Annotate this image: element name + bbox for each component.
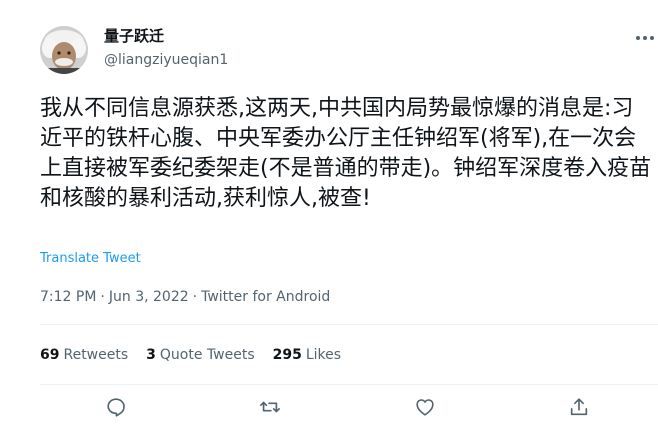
quote-tweets-label: Quote Tweets: [159, 347, 255, 363]
likes-count: 295: [272, 347, 302, 363]
quote-tweets-stat[interactable]: 3 Quote Tweets: [146, 345, 254, 365]
retweets-count: 69: [40, 347, 60, 363]
divider-top: [40, 324, 658, 325]
tweet-detail: 量子跃迁 @liangziyueqian1 我从不同信息源获悉,这两天,中共国内…: [0, 0, 658, 430]
retweets-stat[interactable]: 69 Retweets: [40, 345, 128, 365]
avatar[interactable]: [40, 26, 88, 74]
tweet-time[interactable]: 7:12 PM: [40, 289, 96, 305]
heart-icon[interactable]: [414, 396, 438, 420]
reply-icon[interactable]: [105, 396, 129, 420]
tweet-text: 我从不同信息源获悉,这两天,中共国内局势最惊爆的消息是:习近平的铁杆心腹、中央军…: [40, 96, 652, 211]
meta-separator: ·: [192, 289, 198, 305]
likes-stat[interactable]: 295 Likes: [273, 345, 341, 365]
author-display-name[interactable]: 量子跃迁: [104, 26, 164, 46]
tweet-meta: 7:12 PM · Jun 3, 2022 · Twitter for Android: [40, 287, 330, 307]
tweet-source[interactable]: Twitter for Android: [201, 289, 330, 305]
meta-separator: ·: [100, 289, 105, 305]
tweet-date[interactable]: Jun 3, 2022: [109, 289, 189, 305]
more-icon[interactable]: [630, 28, 658, 48]
author-handle[interactable]: @liangziyueqian1: [104, 50, 228, 70]
divider-bottom: [40, 384, 658, 385]
share-icon[interactable]: [568, 396, 592, 420]
engagement-stats: 69 Retweets 3 Quote Tweets 295 Likes: [40, 345, 359, 365]
quote-tweets-count: 3: [146, 347, 156, 363]
translate-tweet-link[interactable]: Translate Tweet: [40, 250, 141, 268]
avatar-image: [40, 26, 88, 74]
retweet-icon[interactable]: [259, 396, 283, 420]
likes-label: Likes: [305, 347, 342, 363]
action-bar: [0, 396, 658, 422]
retweets-label: Retweets: [63, 347, 129, 363]
